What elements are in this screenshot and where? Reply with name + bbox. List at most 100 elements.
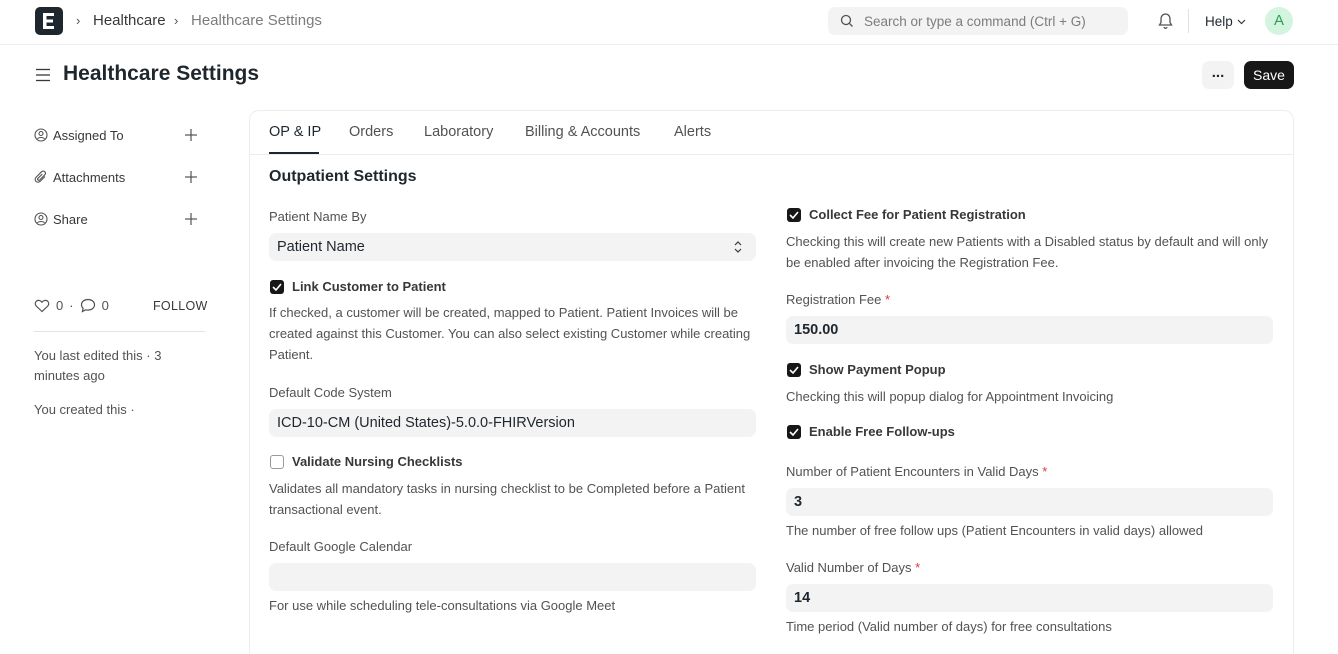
link-customer-label: Link Customer to Patient (292, 279, 446, 294)
stats-separator: · (69, 298, 74, 313)
sidebar-item-attachments[interactable]: Attachments (34, 167, 125, 187)
encounters-input[interactable]: 3 (786, 488, 1273, 516)
sidebar-item-label: Assigned To (53, 127, 124, 143)
breadcrumb-healthcare-settings[interactable]: Healthcare Settings (191, 12, 322, 29)
default-code-system-value: ICD-10-CM (United States)-5.0.0-FHIRVers… (277, 415, 575, 431)
validate-nursing-description: Validates all mandatory tasks in nursing… (269, 481, 745, 517)
checkmark-icon (789, 427, 799, 436)
collect-fee-checkbox[interactable] (787, 207, 801, 222)
patient-name-by-label: Patient Name By (269, 209, 367, 224)
sidebar-item-assigned-to[interactable]: Assigned To (34, 125, 124, 145)
collect-fee-description: Checking this will create new Patients w… (786, 234, 1268, 270)
search-icon (840, 14, 853, 27)
tab-alerts[interactable]: Alerts (674, 124, 711, 140)
add-attachment-icon[interactable] (184, 170, 198, 184)
help-menu[interactable]: Help (1205, 14, 1246, 29)
help-label: Help (1205, 14, 1233, 29)
engagement-stats: 0 · 0 (34, 298, 109, 313)
link-customer-description: If checked, a customer will be created, … (269, 305, 751, 362)
validate-nursing-checkbox[interactable] (270, 454, 284, 469)
chevron-down-icon (1237, 20, 1246, 25)
like-count: 0 (56, 298, 64, 313)
required-mark: * (915, 560, 921, 575)
last-edited-text: You last edited this · 3 minutes ago (34, 348, 162, 383)
payment-popup-checkbox-row[interactable]: Show Payment Popup (787, 362, 946, 377)
checkmark-icon (789, 365, 799, 374)
google-calendar-label: Default Google Calendar (269, 539, 413, 554)
avatar[interactable]: A (1265, 7, 1293, 35)
free-followups-checkbox[interactable] (787, 424, 801, 439)
comment-icon[interactable] (80, 298, 96, 313)
validate-nursing-checkbox-row[interactable]: Validate Nursing Checklists (270, 454, 463, 469)
registration-fee-label-row: Registration Fee * (786, 292, 890, 307)
tab-laboratory[interactable]: Laboratory (424, 124, 493, 140)
patient-name-by-select[interactable]: Patient Name (269, 233, 756, 261)
more-actions-button[interactable]: ... (1202, 61, 1234, 89)
search-bar[interactable] (828, 7, 1128, 35)
section-title: Outpatient Settings (269, 168, 417, 185)
select-arrows-icon (734, 241, 742, 253)
search-input[interactable] (864, 7, 1122, 35)
add-share-icon[interactable] (184, 212, 198, 226)
navbar: › Healthcare › Healthcare Settings Help … (0, 0, 1338, 45)
share-user-icon (34, 212, 48, 226)
free-followups-label: Enable Free Follow-ups (809, 424, 955, 439)
payment-popup-checkbox[interactable] (787, 362, 801, 377)
payment-popup-description: Checking this will popup dialog for Appo… (786, 389, 1114, 404)
sidebar-divider (34, 331, 205, 332)
sidebar-item-label: Share (53, 211, 88, 227)
heart-icon[interactable] (34, 299, 50, 313)
checkmark-icon (789, 210, 799, 219)
default-code-system-input[interactable]: ICD-10-CM (United States)-5.0.0-FHIRVers… (269, 409, 756, 437)
payment-popup-label: Show Payment Popup (809, 362, 946, 377)
app-logo[interactable] (35, 7, 63, 35)
free-followups-checkbox-row[interactable]: Enable Free Follow-ups (787, 424, 955, 439)
form-tabs: OP & IP Orders Laboratory Billing & Acco… (250, 111, 1293, 155)
default-code-system-label: Default Code System (269, 385, 392, 400)
registration-fee-label: Registration Fee (786, 292, 882, 307)
google-calendar-input[interactable] (269, 563, 756, 591)
created-text: You created this · (34, 402, 135, 417)
chevron-right-icon: › (174, 13, 179, 28)
encounters-description: The number of free follow ups (Patient E… (786, 523, 1203, 538)
follow-button[interactable]: FOLLOW (153, 299, 208, 313)
valid-days-label: Valid Number of Days (786, 560, 912, 575)
assign-user-icon (34, 128, 48, 142)
patient-name-by-value: Patient Name (277, 239, 365, 255)
logo-icon (43, 13, 54, 29)
sidebar-item-share[interactable]: Share (34, 209, 88, 229)
tab-orders[interactable]: Orders (349, 124, 393, 140)
link-customer-checkbox-row[interactable]: Link Customer to Patient (270, 279, 446, 294)
collect-fee-checkbox-row[interactable]: Collect Fee for Patient Registration (787, 207, 1026, 222)
registration-fee-input[interactable]: 150.00 (786, 316, 1273, 344)
collect-fee-label: Collect Fee for Patient Registration (809, 207, 1026, 222)
notification-bell-icon[interactable] (1157, 12, 1174, 30)
valid-days-value: 14 (794, 590, 811, 606)
comment-count: 0 (101, 298, 109, 313)
required-mark: * (885, 292, 891, 307)
nav-divider (1188, 9, 1189, 33)
paperclip-icon (34, 170, 46, 183)
tab-op-ip[interactable]: OP & IP (269, 124, 321, 140)
valid-days-description: Time period (Valid number of days) for f… (786, 619, 1112, 634)
registration-fee-value: 150.00 (794, 322, 839, 338)
google-calendar-description: For use while scheduling tele-consultati… (269, 598, 616, 613)
required-mark: * (1042, 464, 1048, 479)
chevron-right-icon: › (76, 13, 81, 28)
add-assignee-icon[interactable] (184, 128, 198, 142)
sidebar-item-label: Attachments (53, 169, 126, 185)
page-title: Healthcare Settings (63, 62, 260, 85)
sidebar-toggle-icon[interactable] (35, 67, 51, 83)
checkmark-icon (272, 282, 282, 291)
link-customer-checkbox[interactable] (270, 279, 284, 294)
encounters-value: 3 (794, 494, 803, 510)
validate-nursing-label: Validate Nursing Checklists (292, 454, 463, 469)
valid-days-input[interactable]: 14 (786, 584, 1273, 612)
encounters-label: Number of Patient Encounters in Valid Da… (786, 464, 1039, 479)
valid-days-label-row: Valid Number of Days * (786, 560, 920, 575)
breadcrumb-healthcare[interactable]: Healthcare (93, 12, 166, 29)
tab-billing-accounts[interactable]: Billing & Accounts (525, 124, 640, 140)
active-tab-indicator (269, 152, 319, 154)
save-button[interactable]: Save (1244, 61, 1294, 89)
encounters-label-row: Number of Patient Encounters in Valid Da… (786, 464, 1047, 479)
